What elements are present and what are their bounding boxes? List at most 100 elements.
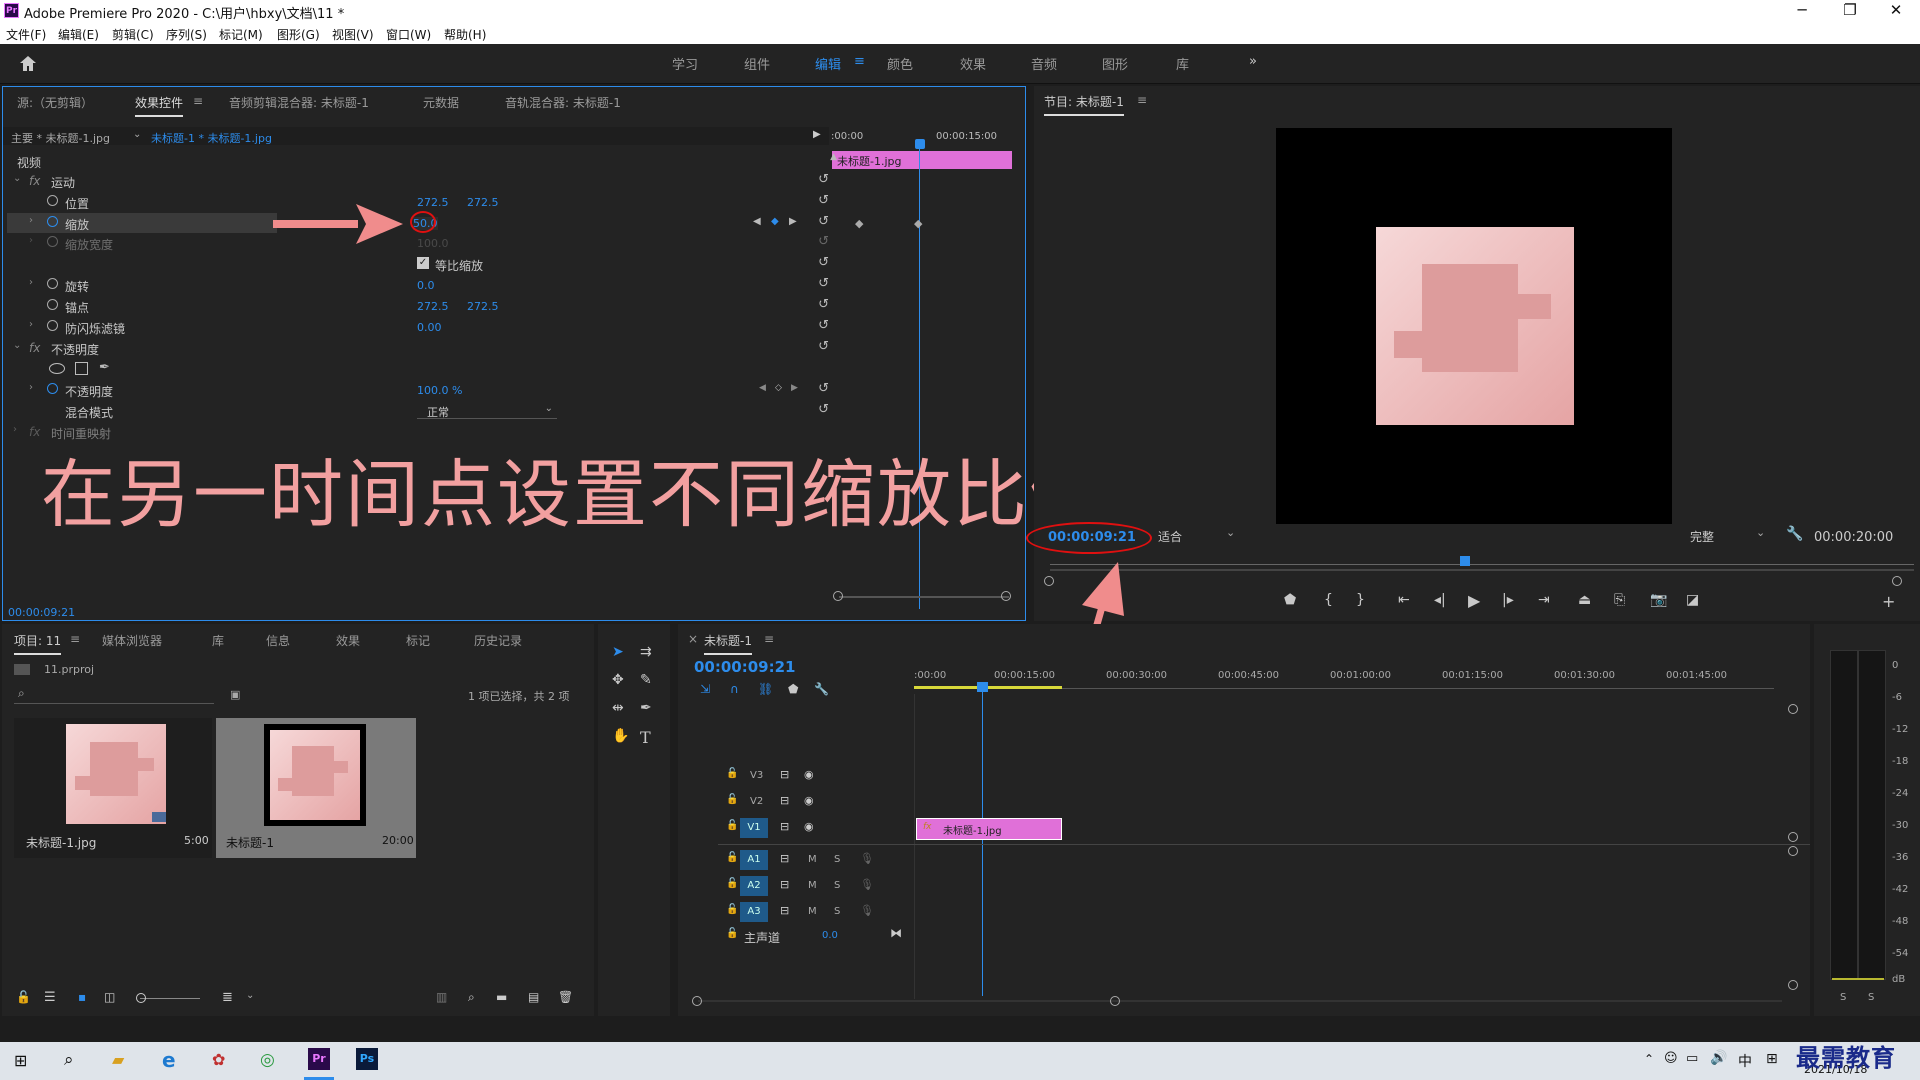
workspace-libraries[interactable]: 库: [1176, 54, 1189, 73]
add-marker-icon[interactable]: ⬟: [788, 682, 798, 696]
workspace-color[interactable]: 颜色: [887, 54, 913, 73]
network-icon[interactable]: ▭: [1686, 1051, 1698, 1066]
fit-dropdown[interactable]: 适合 ⌄: [1158, 526, 1248, 544]
pen-mask-icon[interactable]: ✒: [99, 360, 110, 375]
stopwatch-icon[interactable]: [47, 278, 58, 289]
h-scroll-handle-right[interactable]: [1110, 996, 1120, 1006]
chrome-icon[interactable]: ◎: [260, 1050, 275, 1070]
reset-opacity-section-icon[interactable]: ↺: [818, 339, 829, 354]
track-v2-label[interactable]: V2: [750, 796, 763, 807]
work-area-bar[interactable]: [914, 686, 1062, 689]
app-icon[interactable]: ✿: [212, 1050, 225, 1069]
tab-effects[interactable]: 效果: [336, 632, 360, 649]
lock-icon[interactable]: 🔓: [726, 794, 738, 805]
sequence-tab[interactable]: 未标题-1: [704, 632, 752, 655]
close-sequence-icon[interactable]: ×: [688, 632, 698, 646]
next-keyframe-icon[interactable]: ▶: [791, 383, 798, 393]
v-scroll-handle-mid[interactable]: [1788, 832, 1798, 842]
timeline-playhead[interactable]: [982, 686, 983, 996]
opacity-value[interactable]: 100.0 %: [417, 384, 462, 397]
people-icon[interactable]: ☺: [1664, 1051, 1678, 1066]
chevron-right-icon[interactable]: ›: [13, 424, 17, 435]
next-keyframe-icon[interactable]: ▶: [789, 216, 797, 227]
mark-out-icon[interactable]: }: [1356, 592, 1365, 608]
menu-graphics[interactable]: 图形(G): [277, 26, 320, 43]
lock-icon[interactable]: 🔓: [726, 878, 738, 889]
lock-icon[interactable]: 🔓: [726, 928, 738, 939]
scroll-up-icon[interactable]: ▲: [830, 152, 837, 162]
program-zoom-handle-left[interactable]: [1044, 576, 1054, 586]
chevron-right-icon[interactable]: ›: [29, 382, 33, 393]
icon-view-icon[interactable]: ▪: [78, 990, 86, 1004]
stopwatch-icon[interactable]: [47, 299, 58, 310]
mute-button[interactable]: M: [808, 880, 817, 891]
chevron-down-icon[interactable]: ⌄: [133, 129, 141, 140]
new-bin-search-icon[interactable]: ▣: [230, 688, 240, 701]
workspace-audio[interactable]: 音频: [1031, 54, 1057, 73]
type-tool-icon[interactable]: T: [640, 728, 651, 747]
new-bin-icon[interactable]: ▬: [496, 990, 507, 1004]
more-workspaces-icon[interactable]: »: [1249, 54, 1257, 69]
track-a3-target[interactable]: A3: [740, 902, 768, 922]
uniform-scale-checkbox[interactable]: ✓: [417, 257, 429, 269]
sync-icon[interactable]: ⊟: [780, 820, 789, 833]
tab-media-browser[interactable]: 媒体浏览器: [102, 632, 162, 649]
find-icon[interactable]: ⌕: [468, 990, 475, 1005]
zoom-slider-handle[interactable]: [136, 993, 146, 1003]
reset-uniform-icon[interactable]: ↺: [818, 255, 829, 270]
play-icon[interactable]: ▶: [1468, 591, 1480, 610]
v-scroll-handle-top[interactable]: [1788, 704, 1798, 714]
meter-solo-left[interactable]: S: [1840, 992, 1846, 1003]
quality-dropdown[interactable]: 完整 ⌄: [1690, 526, 1772, 544]
position-y-value[interactable]: 272.5: [467, 196, 499, 209]
eye-icon[interactable]: ◉: [804, 820, 814, 833]
project-search-input[interactable]: ⌕: [14, 686, 214, 704]
panel-menu-icon[interactable]: ≡: [193, 94, 203, 108]
search-icon[interactable]: ⌕: [64, 1050, 74, 1070]
lock-icon[interactable]: 🔓: [726, 820, 738, 831]
edge-icon[interactable]: e: [162, 1048, 176, 1072]
lock-icon[interactable]: 🔓: [726, 768, 738, 779]
workspace-graphics[interactable]: 图形: [1102, 54, 1128, 73]
track-a1-target[interactable]: A1: [740, 850, 768, 870]
add-keyframe-icon[interactable]: ◆: [771, 216, 779, 227]
keyboard-icon[interactable]: ⊞: [1766, 1051, 1778, 1067]
solo-button[interactable]: S: [834, 906, 840, 917]
hand-tool-icon[interactable]: ✋: [612, 728, 629, 744]
master-clip-label[interactable]: 主要 * 未标题-1.jpg: [11, 130, 110, 146]
linked-selection-icon[interactable]: ⛓: [758, 682, 773, 696]
track-v3-label[interactable]: V3: [750, 770, 763, 781]
project-item-sequence[interactable]: 未标题-1 20:00: [216, 718, 416, 858]
h-scroll-handle-left[interactable]: [692, 996, 702, 1006]
play-clip-icon[interactable]: ▶: [813, 129, 821, 140]
file-explorer-icon[interactable]: ▰: [112, 1050, 124, 1069]
flicker-value[interactable]: 0.00: [417, 321, 442, 334]
trash-icon[interactable]: 🗑: [558, 990, 573, 1004]
keyframe-diamond-1[interactable]: ◆: [855, 217, 863, 230]
effect-opacity[interactable]: 不透明度: [51, 341, 99, 358]
ec-clip-bar[interactable]: 未标题-1.jpg: [832, 151, 1012, 169]
reset-motion-icon[interactable]: ↺: [818, 172, 829, 187]
wrench-icon[interactable]: 🔧: [1786, 526, 1803, 542]
program-zoom-handle-right[interactable]: [1892, 576, 1902, 586]
solo-button[interactable]: S: [834, 880, 840, 891]
maximize-button[interactable]: ❐: [1830, 1, 1870, 19]
list-view-icon[interactable]: ☰: [44, 990, 56, 1005]
menu-marker[interactable]: 标记(M): [219, 26, 263, 43]
prev-keyframe-icon[interactable]: ◀: [753, 216, 761, 227]
h-scroll-track[interactable]: [698, 1000, 1782, 1002]
mic-icon[interactable]: 🎙: [860, 904, 874, 917]
timeline-clip[interactable]: fx 未标题-1.jpg: [916, 818, 1062, 840]
minimize-button[interactable]: ─: [1782, 1, 1822, 19]
snap-icon[interactable]: ∩: [730, 682, 739, 696]
home-icon[interactable]: [18, 54, 38, 72]
go-to-end-icon[interactable]: ⧓: [890, 926, 902, 940]
lock-icon[interactable]: 🔓: [16, 990, 31, 1004]
tab-libraries[interactable]: 库: [212, 632, 224, 649]
position-x-value[interactable]: 272.5: [417, 196, 449, 209]
sync-icon[interactable]: ⊟: [780, 768, 789, 781]
lift-icon[interactable]: ⏏: [1578, 592, 1591, 608]
tray-chevron-up-icon[interactable]: ⌃: [1644, 1052, 1654, 1066]
effect-motion[interactable]: 运动: [51, 174, 75, 191]
chevron-right-icon[interactable]: ›: [29, 215, 33, 226]
